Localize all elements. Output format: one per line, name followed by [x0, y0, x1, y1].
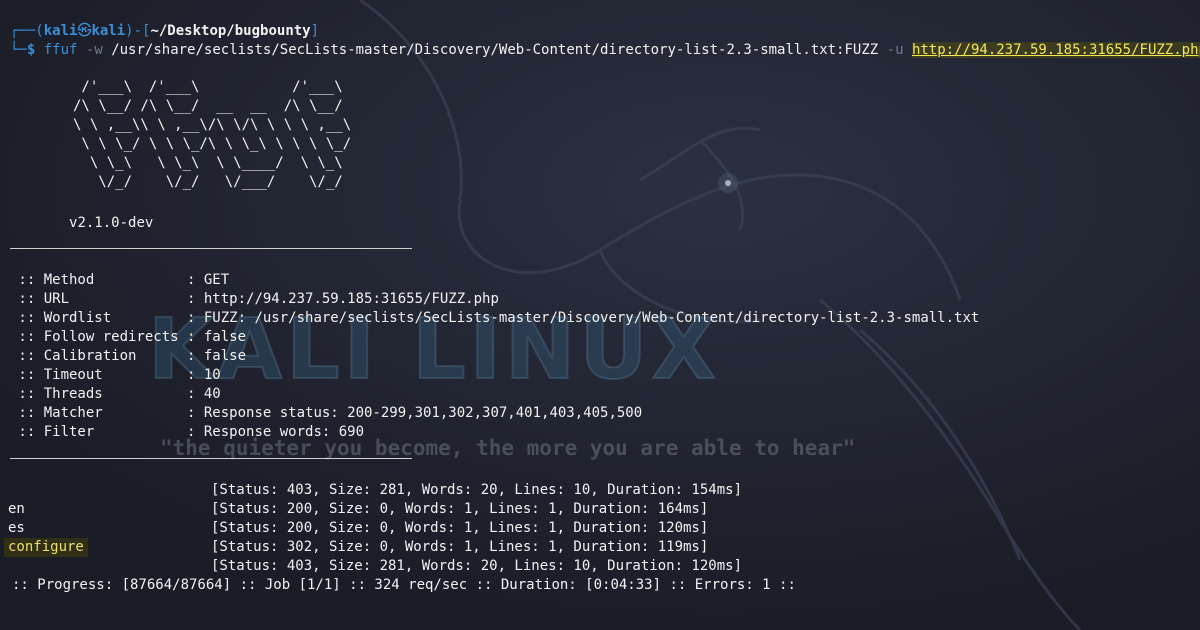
command-flag-u: -u: [886, 42, 904, 58]
config-wordlist: :: Wordlist : FUZZ: /usr/share/seclists/…: [10, 310, 980, 326]
command-url-link[interactable]: http://94.237.59.185:31655/FUZZ.php: [911, 42, 1200, 58]
config-filter: :: Filter : Response words: 690: [10, 424, 365, 440]
config-threads: :: Threads : 40: [10, 386, 221, 402]
config-method: :: Method : GET: [10, 272, 230, 288]
prompt-user: kali: [43, 23, 78, 39]
terminal-output: ┌──(kali㉿kali)-[~/Desktop/bugbounty] └─$…: [0, 0, 1200, 630]
config-url: :: URL : http://94.237.59.185:31655/FUZZ…: [10, 291, 499, 307]
result-name-configure-highlight: configure: [4, 538, 88, 557]
prompt-corner-bottom: └─: [10, 42, 27, 58]
ffuf-ascii-banner: /'___\ /'___\ /'___\ /\ \__/ /\ \__/ __ …: [73, 79, 352, 190]
prompt-at-symbol: ㉿: [77, 23, 92, 39]
divider-bottom: [10, 458, 412, 459]
prompt-header: ┌──(kali㉿kali)-[~/Desktop/bugbounty]: [10, 22, 319, 41]
command-line[interactable]: └─$ ffuf -w /usr/share/seclists/SecLists…: [10, 41, 1200, 60]
prompt-close-bracket: ]: [310, 23, 320, 39]
ffuf-version: v2.1.0-dev: [69, 215, 154, 231]
result-status: [Status: 200, Size: 0, Words: 1, Lines: …: [211, 501, 709, 517]
result-name-es: es: [8, 520, 25, 536]
command-flag-w: -w: [85, 42, 103, 58]
prompt-dollar: $: [26, 42, 36, 58]
config-matcher: :: Matcher : Response status: 200-299,30…: [10, 405, 643, 421]
result-status: [Status: 403, Size: 281, Words: 20, Line…: [211, 558, 743, 574]
command-name: ffuf: [43, 42, 78, 58]
progress-line: :: Progress: [87664/87664] :: Job [1/1] …: [12, 577, 796, 593]
config-calibration: :: Calibration : false: [10, 348, 247, 364]
prompt-corner-top: ┌──(: [10, 23, 44, 39]
result-status: [Status: 302, Size: 0, Words: 1, Lines: …: [211, 539, 709, 555]
config-timeout: :: Timeout : 10: [10, 367, 221, 383]
prompt-host: kali: [91, 23, 126, 39]
result-name-en: en: [8, 501, 25, 517]
divider-top: [10, 248, 412, 249]
prompt-separator: )-[: [125, 23, 151, 39]
config-follow-redirects: :: Follow redirects : false: [10, 329, 247, 345]
command-wordlist-arg: /usr/share/seclists/SecLists-master/Disc…: [111, 42, 879, 58]
result-status: [Status: 403, Size: 281, Words: 20, Line…: [211, 482, 743, 498]
result-status: [Status: 200, Size: 0, Words: 1, Lines: …: [211, 520, 709, 536]
prompt-path: ~/Desktop/bugbounty: [150, 23, 311, 39]
